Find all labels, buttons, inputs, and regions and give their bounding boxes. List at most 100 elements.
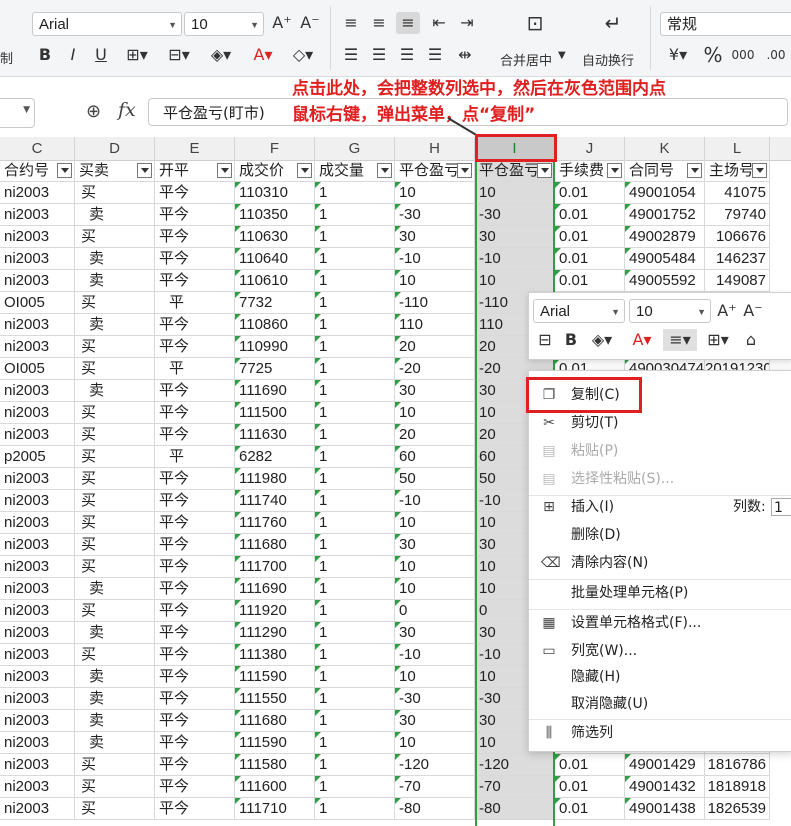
- table-cell[interactable]: ni2003: [0, 336, 75, 358]
- column-header-j[interactable]: J: [555, 137, 625, 160]
- table-cell[interactable]: 1: [315, 578, 395, 600]
- column-header-k[interactable]: K: [625, 137, 705, 160]
- number-format-select[interactable]: 常规: [660, 12, 791, 36]
- mini-font-name[interactable]: Arial ▼: [533, 299, 625, 323]
- table-cell[interactable]: 30: [395, 226, 475, 248]
- table-cell[interactable]: 110990: [235, 336, 315, 358]
- table-cell[interactable]: 平今: [155, 182, 235, 204]
- table-cell[interactable]: 平: [155, 358, 235, 380]
- table-cell[interactable]: 买: [75, 446, 155, 468]
- table-cell[interactable]: 平今: [155, 578, 235, 600]
- table-cell[interactable]: 1: [315, 182, 395, 204]
- table-cell[interactable]: ni2003: [0, 600, 75, 622]
- menu-item-format-cells[interactable]: ▦ 设置单元格格式(F)...: [529, 609, 791, 637]
- table-cell[interactable]: 平今: [155, 512, 235, 534]
- table-cell[interactable]: 买: [75, 336, 155, 358]
- clear-format-icon[interactable]: ⌂: [739, 329, 763, 351]
- header-cell[interactable]: 成交价: [235, 160, 315, 182]
- header-cell[interactable]: 主场号: [705, 160, 770, 182]
- table-cell[interactable]: 1: [315, 732, 395, 754]
- table-cell[interactable]: 卖: [75, 710, 155, 732]
- table-cell[interactable]: 平今: [155, 490, 235, 512]
- zoom-search-icon[interactable]: ⊕: [86, 101, 101, 122]
- table-cell[interactable]: 1: [315, 556, 395, 578]
- table-cell[interactable]: ni2003: [0, 270, 75, 292]
- table-cell[interactable]: OI005: [0, 292, 75, 314]
- grow-font-icon[interactable]: A⁺: [715, 300, 739, 322]
- table-cell[interactable]: 1: [315, 600, 395, 622]
- table-cell[interactable]: 平今: [155, 644, 235, 666]
- table-cell[interactable]: 1: [315, 512, 395, 534]
- table-cell[interactable]: 0.01: [555, 226, 625, 248]
- table-cell[interactable]: 买: [75, 358, 155, 380]
- table-cell[interactable]: 平今: [155, 732, 235, 754]
- table-cell[interactable]: 1: [315, 446, 395, 468]
- table-cell[interactable]: 1818918: [705, 776, 770, 798]
- table-cell[interactable]: 149087: [705, 270, 770, 292]
- table-cell[interactable]: 110630: [235, 226, 315, 248]
- table-cell[interactable]: 110: [395, 314, 475, 336]
- table-cell[interactable]: 49001054: [625, 182, 705, 204]
- fill-color-icon[interactable]: ◈▾: [204, 44, 238, 66]
- column-header-f[interactable]: F: [235, 137, 315, 160]
- table-cell[interactable]: 平今: [155, 534, 235, 556]
- table-cell[interactable]: ni2003: [0, 798, 75, 820]
- menu-item-cut[interactable]: ✂ 剪切(T): [529, 409, 791, 437]
- table-cell[interactable]: 0.01: [555, 776, 625, 798]
- table-cell[interactable]: 平今: [155, 336, 235, 358]
- table-cell[interactable]: 30: [395, 710, 475, 732]
- table-cell[interactable]: 30: [395, 622, 475, 644]
- merge-center-icon[interactable]: ⊡: [518, 12, 552, 34]
- table-cell[interactable]: 1: [315, 776, 395, 798]
- filter-dropdown-icon[interactable]: [457, 163, 472, 178]
- table-cell[interactable]: ni2003: [0, 556, 75, 578]
- table-cell[interactable]: 111590: [235, 732, 315, 754]
- table-cell[interactable]: -10: [395, 644, 475, 666]
- table-cell[interactable]: 买: [75, 182, 155, 204]
- table-cell[interactable]: 平今: [155, 688, 235, 710]
- table-cell[interactable]: 111700: [235, 556, 315, 578]
- mini-font-size[interactable]: 10 ▼: [629, 299, 711, 323]
- table-cell[interactable]: 10: [395, 402, 475, 424]
- table-cell[interactable]: 49001429: [625, 754, 705, 776]
- table-cell[interactable]: 49001752: [625, 204, 705, 226]
- table-cell[interactable]: 111920: [235, 600, 315, 622]
- table-cell[interactable]: 买: [75, 600, 155, 622]
- table-cell[interactable]: 49005484: [625, 248, 705, 270]
- table-cell[interactable]: 平今: [155, 622, 235, 644]
- menu-item-clear[interactable]: ⌫ 清除内容(N): [529, 549, 791, 577]
- table-cell[interactable]: 1: [315, 402, 395, 424]
- table-cell[interactable]: 平今: [155, 776, 235, 798]
- table-cell[interactable]: 111690: [235, 578, 315, 600]
- table-cell[interactable]: 卖: [75, 578, 155, 600]
- table-cell[interactable]: ni2003: [0, 688, 75, 710]
- table-cell[interactable]: ni2003: [0, 226, 75, 248]
- column-header-g[interactable]: G: [315, 137, 395, 160]
- table-cell[interactable]: 平今: [155, 600, 235, 622]
- insert-count-input[interactable]: 1: [771, 498, 791, 516]
- header-cell[interactable]: 开平: [155, 160, 235, 182]
- table-cell[interactable]: -120: [395, 754, 475, 776]
- table-cell[interactable]: 30: [475, 226, 555, 248]
- align-middle-icon[interactable]: ≡: [368, 12, 390, 34]
- filter-dropdown-icon[interactable]: [377, 163, 392, 178]
- menu-item-delete[interactable]: 删除(D): [529, 521, 791, 549]
- table-cell[interactable]: 1: [315, 534, 395, 556]
- table-cell[interactable]: 平今: [155, 798, 235, 820]
- wrap-text-icon[interactable]: ↵: [596, 12, 630, 34]
- fill-color-icon[interactable]: ◈▾: [585, 329, 619, 351]
- menu-item-hide[interactable]: 隐藏(H): [529, 663, 791, 691]
- filter-dropdown-icon[interactable]: [217, 163, 232, 178]
- bold-icon[interactable]: B: [34, 44, 56, 66]
- table-cell[interactable]: 卖: [75, 314, 155, 336]
- table-cell[interactable]: 卖: [75, 666, 155, 688]
- table-cell[interactable]: 1: [315, 204, 395, 226]
- table-cell[interactable]: ni2003: [0, 644, 75, 666]
- header-cell[interactable]: 买卖: [75, 160, 155, 182]
- table-cell[interactable]: 30: [395, 380, 475, 402]
- header-cell[interactable]: 合约号: [0, 160, 75, 182]
- table-cell[interactable]: 买: [75, 490, 155, 512]
- table-cell[interactable]: -10: [395, 490, 475, 512]
- filter-dropdown-icon[interactable]: [607, 163, 622, 178]
- table-cell[interactable]: -120: [475, 754, 555, 776]
